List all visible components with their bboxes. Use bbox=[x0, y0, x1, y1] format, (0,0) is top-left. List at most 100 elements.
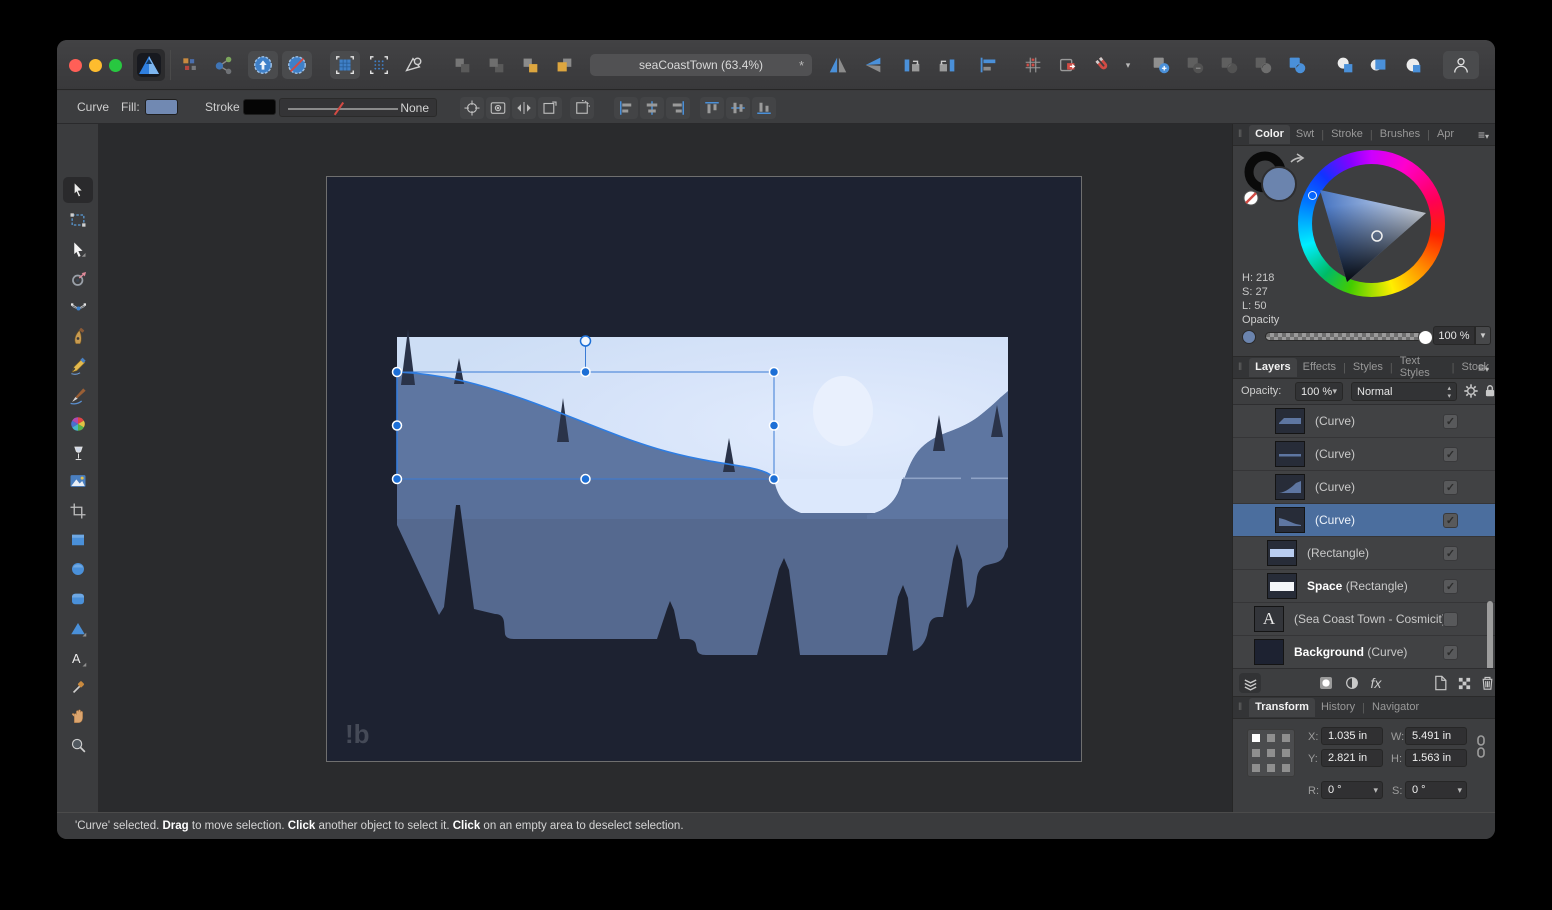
w-field[interactable]: 5.491 in bbox=[1405, 727, 1467, 745]
layer-visibility-checkbox[interactable]: ✓ bbox=[1443, 579, 1458, 594]
insert-inside-icon[interactable] bbox=[1364, 51, 1394, 79]
color-panel-menu-icon[interactable]: ≡▾ bbox=[1478, 128, 1489, 142]
flip-horizontal-icon[interactable] bbox=[823, 51, 853, 79]
slices-export-icon[interactable] bbox=[1053, 51, 1083, 79]
artboard-tool[interactable] bbox=[63, 207, 93, 233]
node-tool[interactable] bbox=[63, 237, 93, 263]
point-transform-tool[interactable] bbox=[63, 266, 93, 292]
layer-visibility-checkbox[interactable]: ✓ bbox=[1443, 513, 1458, 528]
shear-field[interactable]: 0 °▾ bbox=[1405, 781, 1467, 799]
vector-brush-tool[interactable] bbox=[63, 382, 93, 408]
account-person-icon[interactable] bbox=[1443, 51, 1479, 79]
layers-opacity-dropdown[interactable]: 100 %▾ bbox=[1295, 382, 1343, 401]
publish-badge-button[interactable] bbox=[248, 51, 278, 79]
fill-swatch[interactable] bbox=[145, 99, 178, 115]
align-left-icon[interactable] bbox=[614, 97, 638, 119]
delete-layer-trash-icon[interactable] bbox=[1476, 673, 1495, 693]
x-field[interactable]: 1.035 in bbox=[1321, 727, 1383, 745]
tab-appearance[interactable]: Apr bbox=[1431, 125, 1460, 144]
flip-nodes-icon[interactable] bbox=[512, 97, 536, 119]
transparency-tool[interactable] bbox=[63, 440, 93, 466]
mask-layer-icon[interactable] bbox=[1315, 673, 1337, 693]
tab-color[interactable]: Color bbox=[1249, 125, 1290, 144]
layer-row-selected[interactable]: (Curve) ✓ bbox=[1233, 504, 1495, 537]
link-dimensions-icon[interactable] bbox=[1475, 733, 1487, 761]
layer-row[interactable]: (Curve) ✓ bbox=[1233, 471, 1495, 504]
align-center-h-icon[interactable] bbox=[640, 97, 664, 119]
rectangle-tool[interactable] bbox=[63, 527, 93, 553]
pencil-tool[interactable] bbox=[63, 353, 93, 379]
align-right-icon[interactable] bbox=[666, 97, 690, 119]
arrange-backward-icon[interactable] bbox=[481, 51, 511, 79]
show-preview-icon[interactable] bbox=[486, 97, 510, 119]
tab-history[interactable]: History bbox=[1315, 698, 1361, 717]
tab-transform[interactable]: Transform bbox=[1249, 698, 1315, 717]
tab-styles[interactable]: Styles bbox=[1347, 358, 1389, 377]
snap-to-center-icon[interactable] bbox=[460, 97, 484, 119]
no-fill-chip[interactable] bbox=[1244, 191, 1258, 205]
stroke-width-slider[interactable]: None bbox=[279, 98, 437, 117]
panel-grip[interactable]: ‖ bbox=[1238, 362, 1243, 373]
pixels-palette-icon[interactable] bbox=[176, 51, 204, 79]
layer-effects-fx-icon[interactable]: fx bbox=[1365, 673, 1387, 693]
move-tool[interactable] bbox=[63, 177, 93, 203]
rotate-ccw-icon[interactable] bbox=[897, 51, 927, 79]
opacity-dropdown-caret[interactable]: ▼ bbox=[1475, 326, 1491, 345]
pixel-grid-fine-icon[interactable] bbox=[364, 51, 394, 79]
minimize-window-button[interactable] bbox=[89, 59, 102, 72]
grid-options-icon[interactable] bbox=[1018, 51, 1048, 79]
artistic-text-tool[interactable]: A bbox=[63, 646, 93, 672]
layer-visibility-checkbox[interactable]: ✓ bbox=[1443, 447, 1458, 462]
canvas-pasteboard[interactable]: !b bbox=[99, 124, 1232, 812]
layer-row[interactable]: A (Sea Coast Town - Cosmicit) ✓ bbox=[1233, 603, 1495, 636]
fill-color-chip[interactable] bbox=[1262, 167, 1296, 201]
opacity-value[interactable]: 100 % bbox=[1433, 326, 1475, 345]
stroke-swatch[interactable] bbox=[243, 99, 276, 115]
layer-row[interactable]: (Rectangle) ✓ bbox=[1233, 537, 1495, 570]
adjustment-layer-icon[interactable] bbox=[1341, 673, 1363, 693]
opacity-color-chip[interactable] bbox=[1242, 330, 1256, 344]
layer-row[interactable]: (Curve) ✓ bbox=[1233, 405, 1495, 438]
artboard[interactable]: !b bbox=[327, 177, 1081, 761]
tab-brushes[interactable]: Brushes bbox=[1374, 125, 1426, 144]
ellipse-tool[interactable] bbox=[63, 556, 93, 582]
layer-row[interactable]: (Curve) ✓ bbox=[1233, 438, 1495, 471]
vector-crop-tool[interactable] bbox=[63, 498, 93, 524]
panel-grip[interactable]: ‖ bbox=[1238, 129, 1243, 140]
pattern-layer-icon[interactable] bbox=[1453, 673, 1475, 693]
arrange-forward-icon[interactable] bbox=[515, 51, 545, 79]
zoom-window-button[interactable] bbox=[109, 59, 122, 72]
triangle-tool[interactable] bbox=[63, 616, 93, 642]
zoom-tool[interactable] bbox=[63, 732, 93, 758]
h-field[interactable]: 1.563 in bbox=[1405, 749, 1467, 767]
align-middle-icon[interactable] bbox=[726, 97, 750, 119]
color-picker-tool[interactable] bbox=[63, 674, 93, 700]
layer-visibility-checkbox[interactable]: ✓ bbox=[1443, 645, 1458, 660]
opacity-slider[interactable] bbox=[1265, 332, 1425, 341]
lock-icon[interactable] bbox=[1483, 383, 1495, 399]
rotate-object-icon[interactable] bbox=[570, 97, 594, 119]
boolean-intersect-icon[interactable] bbox=[1214, 51, 1244, 79]
sl-triangle[interactable] bbox=[1298, 150, 1445, 297]
rotate-cw-icon[interactable] bbox=[932, 51, 962, 79]
new-layer-icon[interactable] bbox=[1429, 673, 1451, 693]
layer-row[interactable]: Background (Curve) ✓ bbox=[1233, 636, 1495, 669]
convert-shape-icon[interactable] bbox=[398, 51, 428, 79]
arrange-back-icon[interactable] bbox=[447, 51, 477, 79]
tab-stock[interactable]: Stock bbox=[1455, 358, 1495, 377]
insert-behind-icon[interactable] bbox=[1330, 51, 1360, 79]
rotation-field[interactable]: 0 °▾ bbox=[1321, 781, 1383, 799]
tab-layers[interactable]: Layers bbox=[1249, 358, 1296, 377]
document-title[interactable]: seaCoastTown (63.4%) * bbox=[590, 54, 812, 76]
tab-stroke[interactable]: Stroke bbox=[1325, 125, 1369, 144]
align-top-icon[interactable] bbox=[700, 97, 724, 119]
boolean-add-icon[interactable] bbox=[1146, 51, 1176, 79]
layer-settings-gear-icon[interactable] bbox=[1463, 383, 1479, 399]
opacity-slider-knob[interactable] bbox=[1418, 330, 1433, 345]
layer-visibility-checkbox[interactable]: ✓ bbox=[1443, 414, 1458, 429]
color-wheel-tool[interactable] bbox=[63, 411, 93, 437]
tab-effects[interactable]: Effects bbox=[1297, 358, 1342, 377]
rotation-handle[interactable] bbox=[581, 336, 591, 346]
y-field[interactable]: 2.821 in bbox=[1321, 749, 1383, 767]
anchor-point-selector[interactable] bbox=[1247, 729, 1295, 777]
